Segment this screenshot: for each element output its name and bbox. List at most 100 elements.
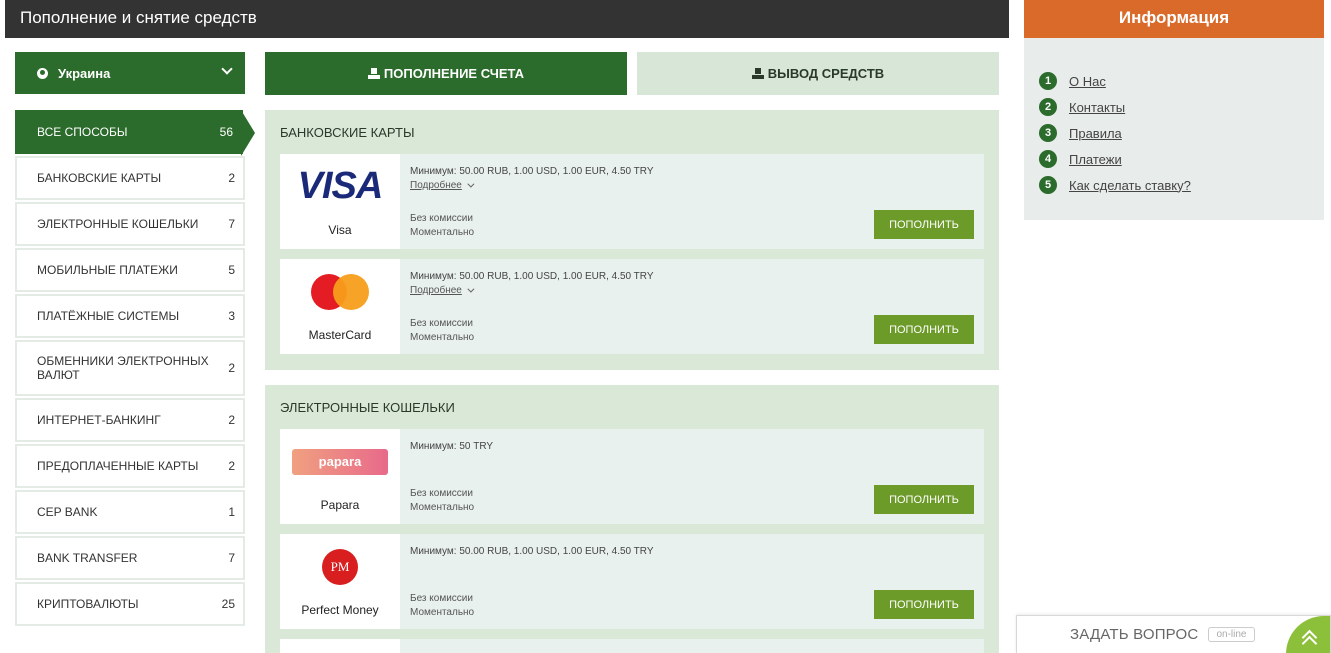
info-link-item: 1 О Нас	[1039, 68, 1324, 94]
ask-question-widget[interactable]: ЗАДАТЬ ВОПРОС on-line	[1016, 615, 1331, 653]
payment-name: Visa	[328, 223, 352, 237]
category-count: 3	[228, 309, 235, 323]
perfect-money-logo-icon: PM	[322, 548, 358, 585]
category-e-wallets[interactable]: ЭЛЕКТРОННЫЕ КОШЕЛЬКИ 7	[15, 202, 245, 246]
globe-icon	[37, 67, 48, 79]
number-badge: 2	[1039, 98, 1057, 116]
payment-terms: Без комиссии Моментально	[410, 317, 474, 345]
info-title: Информация	[1024, 0, 1324, 38]
category-count: 2	[228, 459, 235, 473]
tab-withdraw[interactable]: ВЫВОД СРЕДСТВ	[637, 52, 999, 95]
category-count: 5	[228, 263, 235, 277]
info-link-item: 3 Правила	[1039, 120, 1324, 146]
category-label: ПРЕДОПЛАЧЕННЫЕ КАРТЫ	[37, 459, 199, 473]
payment-logo: MasterCard	[280, 259, 400, 354]
category-count: 2	[228, 171, 235, 185]
deposit-button[interactable]: ПОПОЛНИТЬ	[874, 210, 974, 239]
download-icon	[367, 68, 380, 79]
category-label: МОБИЛЬНЫЕ ПЛАТЕЖИ	[37, 263, 178, 277]
deposit-button[interactable]: ПОПОЛНИТЬ	[874, 315, 974, 344]
payment-minimum: Минимум: 50.00 RUB, 1.00 USD, 1.00 EUR, …	[410, 166, 654, 177]
category-label: ВСЕ СПОСОБЫ	[37, 125, 128, 139]
info-link-rules[interactable]: Правила	[1069, 126, 1122, 141]
info-link-contacts[interactable]: Контакты	[1069, 100, 1125, 115]
category-count: 1	[228, 505, 235, 519]
category-all[interactable]: ВСЕ СПОСОБЫ 56	[15, 110, 255, 156]
payment-fee: Без комиссии	[410, 213, 473, 224]
payment-terms: Без комиссии Моментально	[410, 592, 474, 620]
payment-method-card: MasterCard Минимум: 50.00 RUB, 1.00 USD,…	[280, 259, 984, 354]
payment-method-card	[280, 639, 984, 653]
details-link[interactable]: Подробнее	[410, 180, 472, 191]
category-mobile-payments[interactable]: МОБИЛЬНЫЕ ПЛАТЕЖИ 5	[15, 248, 245, 292]
info-link-payments[interactable]: Платежи	[1069, 152, 1122, 167]
payment-logo	[280, 639, 400, 653]
section-bank-cards: БАНКОВСКИЕ КАРТЫ VISA Visa Минимум: 50.0…	[265, 110, 999, 370]
info-link-about[interactable]: О Нас	[1069, 74, 1106, 89]
ask-question-label: ЗАДАТЬ ВОПРОС	[1070, 626, 1199, 643]
category-label: БАНКОВСКИЕ КАРТЫ	[37, 171, 162, 185]
category-count: 25	[221, 597, 235, 611]
category-bank-cards[interactable]: БАНКОВСКИЕ КАРТЫ 2	[15, 156, 245, 200]
category-cep-bank[interactable]: CEP BANK 1	[15, 490, 245, 534]
number-badge: 5	[1039, 176, 1057, 194]
section-title: БАНКОВСКИЕ КАРТЫ	[280, 125, 415, 140]
deposit-button[interactable]: ПОПОЛНИТЬ	[874, 485, 974, 514]
number-badge: 3	[1039, 124, 1057, 142]
upload-icon	[751, 68, 764, 79]
payment-name: Perfect Money	[301, 603, 379, 617]
number-badge: 4	[1039, 150, 1057, 168]
category-prepaid-cards[interactable]: ПРЕДОПЛАЧЕННЫЕ КАРТЫ 2	[15, 444, 245, 488]
category-label: BANK TRANSFER	[37, 551, 138, 565]
category-count: 56	[219, 125, 233, 139]
tab-deposit-label: ПОПОЛНЕНИЕ СЧЕТА	[383, 66, 525, 81]
visa-logo-icon: VISA	[297, 165, 384, 207]
category-crypto[interactable]: КРИПТОВАЛЮТЫ 25	[15, 582, 245, 626]
category-label: ОБМЕННИКИ ЭЛЕКТРОННЫХ ВАЛЮТ	[37, 354, 209, 382]
online-status-badge: on-line	[1208, 627, 1255, 642]
details-link[interactable]: Подробнее	[410, 285, 472, 296]
category-label: ЭЛЕКТРОННЫЕ КОШЕЛЬКИ	[37, 217, 199, 231]
category-payment-systems[interactable]: ПЛАТЁЖНЫЕ СИСТЕМЫ 3	[15, 294, 245, 338]
payment-info: Минимум: 50 TRY	[410, 441, 493, 452]
payment-logo: papara Papara	[280, 429, 400, 524]
country-label: Украина	[58, 65, 111, 81]
category-label: CEP BANK	[37, 505, 98, 519]
number-badge: 1	[1039, 72, 1057, 90]
category-count: 2	[228, 361, 235, 375]
payment-logo: VISA Visa	[280, 154, 400, 249]
scroll-up-icon[interactable]	[1286, 616, 1330, 653]
category-internet-banking[interactable]: ИНТЕРНЕТ-БАНКИНГ 2	[15, 398, 245, 442]
payment-minimum: Минимум: 50.00 RUB, 1.00 USD, 1.00 EUR, …	[410, 271, 654, 282]
papara-logo-icon: papara	[292, 448, 388, 475]
payment-logo: PM Perfect Money	[280, 534, 400, 629]
info-link-item: 5 Как сделать ставку?	[1039, 172, 1324, 198]
category-list: ВСЕ СПОСОБЫ 56 БАНКОВСКИЕ КАРТЫ 2 ЭЛЕКТР…	[15, 110, 255, 628]
chevron-down-icon	[221, 63, 233, 75]
section-title: ЭЛЕКТРОННЫЕ КОШЕЛЬКИ	[280, 400, 455, 415]
category-label: КРИПТОВАЛЮТЫ	[37, 597, 139, 611]
section-e-wallets: ЭЛЕКТРОННЫЕ КОШЕЛЬКИ papara Papara Миним…	[265, 385, 999, 653]
payment-method-card: VISA Visa Минимум: 50.00 RUB, 1.00 USD, …	[280, 154, 984, 249]
category-count: 7	[228, 551, 235, 565]
payment-info: Минимум: 50.00 RUB, 1.00 USD, 1.00 EUR, …	[410, 546, 654, 557]
category-count: 7	[228, 217, 235, 231]
payment-speed: Моментально	[410, 502, 475, 513]
category-bank-transfer[interactable]: BANK TRANSFER 7	[15, 536, 245, 580]
payment-speed: Моментально	[410, 607, 475, 618]
info-link-how-to-bet[interactable]: Как сделать ставку?	[1069, 178, 1191, 193]
info-link-item: 4 Платежи	[1039, 146, 1324, 172]
payment-speed: Моментально	[410, 332, 475, 343]
tab-deposit[interactable]: ПОПОЛНЕНИЕ СЧЕТА	[265, 52, 627, 95]
info-link-item: 2 Контакты	[1039, 94, 1324, 120]
payment-fee: Без комиссии	[410, 593, 473, 604]
payment-terms: Без комиссии Моментально	[410, 487, 474, 515]
payment-method-card: papara Papara Минимум: 50 TRY Без комисс…	[280, 429, 984, 524]
deposit-button[interactable]: ПОПОЛНИТЬ	[874, 590, 974, 619]
payment-name: MasterCard	[308, 328, 372, 342]
country-select[interactable]: Украина	[15, 52, 245, 94]
category-exchangers[interactable]: ОБМЕННИКИ ЭЛЕКТРОННЫХ ВАЛЮТ 2	[15, 340, 245, 396]
category-label: ПЛАТЁЖНЫЕ СИСТЕМЫ	[37, 309, 180, 323]
page-header: Пополнение и снятие средств	[5, 0, 1009, 38]
info-links: 1 О Нас 2 Контакты 3 Правила 4 Платежи 5…	[1024, 38, 1324, 198]
